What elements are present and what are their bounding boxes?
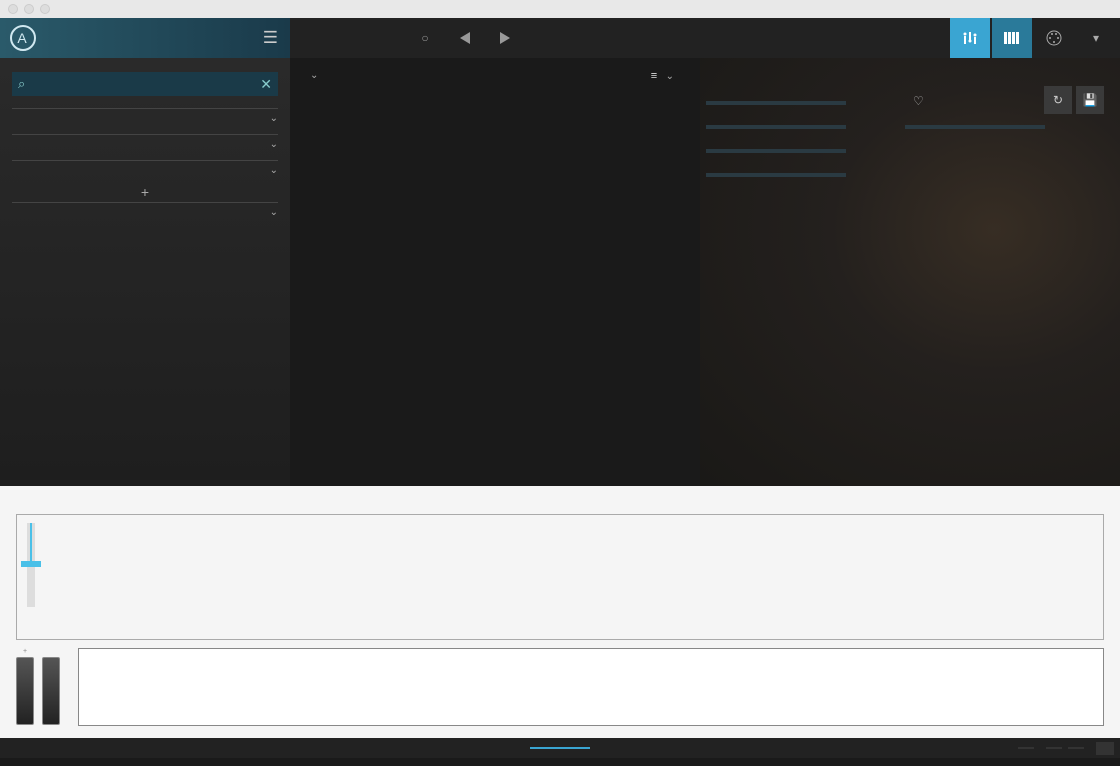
dropdown-icon[interactable]: ▾ (1076, 18, 1116, 58)
prev-preset-button[interactable] (450, 23, 480, 53)
titlebar (0, 0, 1120, 18)
sidebar: ⌕ ✕ ⌄ ⌄ ⌄ + ⌄ (0, 58, 290, 486)
field-name-value[interactable] (706, 101, 846, 105)
panic-button[interactable] (1068, 747, 1084, 749)
search-input[interactable] (25, 77, 260, 92)
app-header: A ☰ ○ ▾ (0, 18, 1120, 58)
field-type-value[interactable] (706, 125, 846, 129)
chevron-down-icon[interactable]: ⌄ (310, 70, 320, 81)
search-icon: ⌕ (18, 76, 25, 92)
chevron-down-icon[interactable]: ⌄ (270, 165, 278, 176)
midi-icon[interactable] (1034, 18, 1074, 58)
midi-ch-value[interactable] (1046, 747, 1062, 749)
piano-keyboard[interactable] (78, 648, 1104, 726)
window-close-icon[interactable] (8, 4, 18, 14)
volume-slider[interactable] (27, 523, 35, 607)
save-icon[interactable]: 💾 (1076, 86, 1104, 114)
keyboard-view-icon[interactable] (992, 18, 1032, 58)
clear-search-icon[interactable]: ✕ (260, 76, 272, 93)
chevron-down-icon[interactable]: ⌄ (270, 113, 278, 124)
results-footer (290, 88, 690, 104)
b■■■■■-bar (0, 738, 1120, 758)
field-designer-value[interactable] (706, 173, 846, 177)
window-min-icon[interactable] (24, 4, 34, 14)
midi-controller-value[interactable] (1018, 747, 1034, 749)
pitch-wheel[interactable] (16, 657, 34, 725)
window-max-icon[interactable] (40, 4, 50, 14)
field-instrument-value[interactable] (905, 125, 1045, 129)
next-preset-button[interactable] (490, 23, 520, 53)
keyboard-area: + (0, 644, 1120, 738)
preset-fav-icon[interactable]: ○ (410, 23, 440, 53)
chevron-down-icon[interactable]: ⌄ (270, 207, 278, 218)
knob-grid (55, 523, 581, 645)
menu-icon[interactable]: ☰ (263, 28, 280, 48)
list-icon[interactable]: ≡ (651, 70, 659, 82)
add-playlist-button[interactable]: + (12, 184, 278, 200)
browser-view-icon[interactable] (950, 18, 990, 58)
field-bank-value[interactable] (706, 149, 846, 153)
brand-area: A ☰ (0, 18, 290, 58)
chevron-down-icon[interactable]: ⌄ (270, 139, 278, 150)
heart-icon[interactable]: ♡ (913, 94, 924, 108)
search-box[interactable]: ⌕ ✕ (12, 72, 278, 96)
chevron-down-icon[interactable]: ⌄ (666, 71, 676, 82)
arturia-logo-icon: A (10, 25, 36, 51)
refresh-icon[interactable]: ↻ (1044, 86, 1072, 114)
controller-panel (0, 486, 1120, 644)
get-full-version-button[interactable] (530, 747, 590, 749)
mod-wheel[interactable] (42, 657, 60, 725)
cpu-meter (1096, 742, 1114, 755)
results-panel: ⌄ ≡ ⌄ (290, 58, 690, 486)
preset-panel: ↻ 💾 ♡ (690, 58, 1120, 486)
